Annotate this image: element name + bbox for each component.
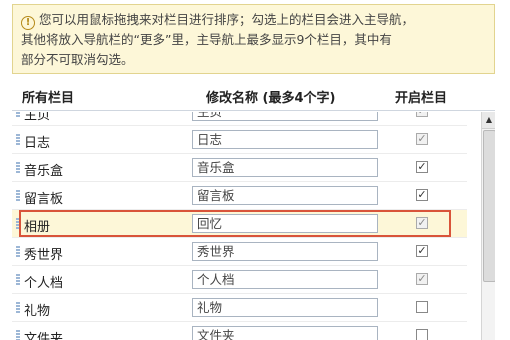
column-name: 文件夹 (24, 332, 64, 340)
drag-handle-icon[interactable] (16, 112, 20, 118)
column-list: 主页 主页 ✓ 日志 日志 ✓ 音乐盒 音乐盒 ✓ 留言板 留言板 ✓ 相册 回… (12, 112, 495, 340)
list-item-album[interactable]: 相册 回忆 ✓ (12, 210, 467, 238)
enable-checkbox: ✓ (416, 216, 428, 229)
list-item-message-board[interactable]: 留言板 留言板 ✓ (12, 182, 467, 210)
list-item-profile[interactable]: 个人档 个人档 ✓ (12, 266, 467, 294)
rename-field[interactable]: 留言板 (192, 186, 378, 205)
enable-checkbox[interactable]: ✓ (416, 245, 428, 257)
drag-handle-icon[interactable] (16, 218, 20, 230)
enable-checkbox: ✓ (416, 272, 428, 285)
list-item-blog[interactable]: 日志 日志 ✓ (12, 126, 467, 154)
header-all-columns: 所有栏目 (22, 91, 75, 106)
column-name: 礼物 (24, 304, 51, 319)
drag-handle-icon[interactable] (16, 274, 20, 286)
drag-handle-icon[interactable] (16, 190, 20, 202)
enable-checkbox[interactable]: ✓ (416, 189, 428, 201)
rename-field[interactable]: 礼物 (192, 298, 378, 317)
column-name: 音乐盒 (24, 164, 64, 179)
rename-field[interactable]: 日志 (192, 130, 378, 149)
column-name: 秀世界 (24, 248, 64, 263)
list-item-folder[interactable]: 文件夹 文件夹 (12, 322, 467, 340)
header-enable: 开启栏目 (395, 91, 448, 106)
scroll-thumb[interactable] (483, 130, 495, 282)
info-circle-icon: ! (21, 16, 35, 30)
column-name: 主页 (24, 112, 51, 123)
column-name: 个人档 (24, 276, 64, 291)
table-header: 所有栏目 修改名称 (最多4个字) 开启栏目 (12, 82, 495, 111)
notice-text-1: 您可以用鼠标拖拽来对栏目进行排序；勾选上的栏目会进入主导航， (39, 12, 415, 27)
column-name: 日志 (24, 136, 51, 151)
scroll-up-arrow-icon[interactable]: ▲ (482, 112, 495, 129)
notice-line-3: 部分不可取消勾选。 (21, 52, 134, 67)
drag-handle-icon[interactable] (16, 134, 20, 146)
notice-line-2: 其他将放入导航栏的“更多”里，主导航上最多显示9个栏目，其中有 (21, 32, 392, 47)
notice-line-1: ! 您可以用鼠标拖拽来对栏目进行排序；勾选上的栏目会进入主导航， (21, 10, 486, 30)
drag-handle-icon[interactable] (16, 162, 20, 174)
enable-checkbox[interactable]: ✓ (416, 161, 428, 173)
rename-field[interactable]: 主页 (192, 112, 378, 121)
enable-checkbox: ✓ (416, 132, 428, 145)
list-item-gifts[interactable]: 礼物 礼物 (12, 294, 467, 322)
list-item-homepage[interactable]: 主页 主页 ✓ (12, 112, 467, 126)
header-rename: 修改名称 (最多4个字) (206, 91, 336, 106)
rename-field[interactable]: 音乐盒 (192, 158, 378, 177)
enable-checkbox[interactable] (416, 329, 428, 340)
rename-field[interactable]: 回忆 (192, 214, 378, 233)
rename-field[interactable]: 文件夹 (192, 326, 378, 340)
drag-handle-icon[interactable] (16, 302, 20, 314)
enable-checkbox: ✓ (416, 112, 428, 117)
column-name: 留言板 (24, 192, 64, 207)
list-item-show-world[interactable]: 秀世界 秀世界 ✓ (12, 238, 467, 266)
list-item-music-box[interactable]: 音乐盒 音乐盒 ✓ (12, 154, 467, 182)
rename-field[interactable]: 秀世界 (192, 242, 378, 261)
drag-handle-icon[interactable] (16, 246, 20, 258)
rename-field[interactable]: 个人档 (192, 270, 378, 289)
drag-handle-icon[interactable] (16, 330, 20, 340)
notice-box: ! 您可以用鼠标拖拽来对栏目进行排序；勾选上的栏目会进入主导航， 其他将放入导航栏… (12, 4, 495, 74)
column-name: 相册 (24, 220, 51, 235)
vertical-scrollbar[interactable]: ▲ (481, 112, 495, 340)
enable-checkbox[interactable] (416, 301, 428, 313)
